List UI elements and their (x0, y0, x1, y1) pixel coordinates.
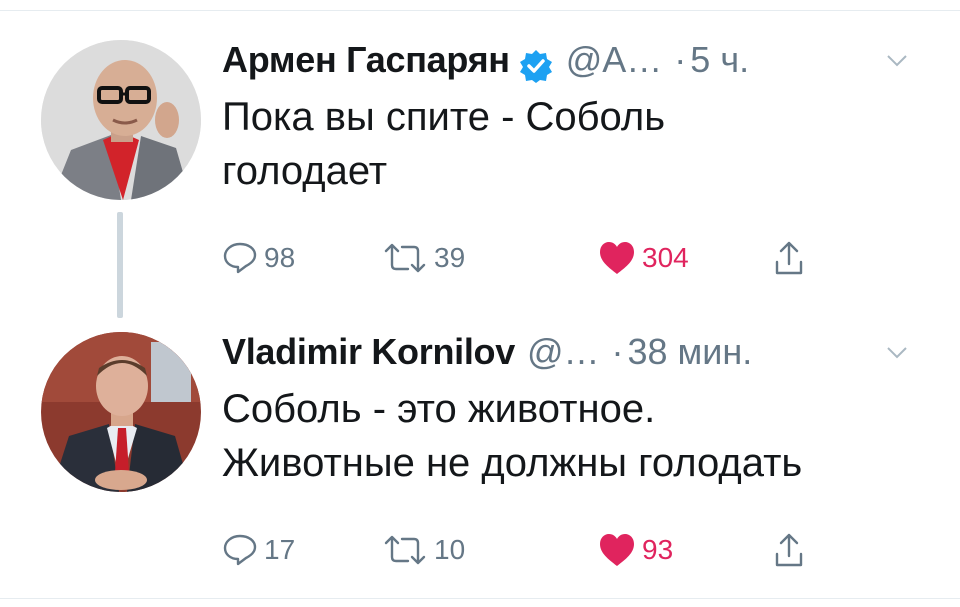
tweet-header: Vladimir Kornilov @… · 38 мин. (222, 322, 930, 382)
author-handle[interactable]: @… (527, 322, 600, 382)
reply-icon (223, 534, 257, 566)
author-handle[interactable]: @А… (566, 30, 663, 90)
reply-button[interactable]: 98 (222, 238, 295, 278)
tweet-header: Армен Гаспарян @А… · 5 ч. (222, 30, 930, 90)
tweet-text-line: Соболь - это животное. (222, 387, 656, 431)
tweet-timestamp[interactable]: 38 мин. (628, 322, 753, 382)
avatar[interactable] (41, 332, 201, 492)
reply-icon (223, 242, 257, 274)
like-button[interactable]: 93 (598, 530, 673, 570)
avatar-photo-vladimir (41, 332, 201, 492)
chevron-down-icon[interactable] (886, 346, 908, 360)
retweet-button[interactable]: 39 (382, 238, 465, 278)
separator-dot: · (674, 39, 687, 80)
share-icon (775, 241, 803, 275)
share-button[interactable] (774, 530, 804, 570)
share-button[interactable] (774, 238, 804, 278)
reply-button[interactable]: 17 (222, 530, 295, 570)
like-count: 93 (642, 534, 674, 565)
share-icon (775, 533, 803, 567)
avatar[interactable] (41, 40, 201, 200)
tweet-content: Армен Гаспарян @А… · 5 ч. Пока вы спите … (222, 30, 930, 275)
verified-badge-icon (518, 42, 554, 83)
separator-dot: · (611, 331, 624, 372)
tweet-text-line: Пока вы спите - Соболь (222, 95, 666, 139)
tweet-text-line: Животные не должны голодать (222, 441, 803, 485)
retweet-count: 39 (434, 242, 466, 273)
retweet-icon (384, 535, 426, 565)
top-divider (0, 0, 960, 11)
author-name[interactable]: Армен Гаспарян (222, 30, 510, 90)
tweet-text-line: голодает (222, 149, 388, 193)
like-button[interactable]: 304 (598, 238, 689, 278)
heart-icon (600, 534, 634, 566)
author-name[interactable]: Vladimir Kornilov (222, 322, 515, 382)
retweet-icon (384, 243, 426, 273)
retweet-button[interactable]: 10 (382, 530, 465, 570)
tweet-text: Пока вы спите - Соболь голодает (222, 90, 922, 198)
tweet-actions: 17 10 93 (222, 530, 862, 570)
tweet-timestamp[interactable]: 5 ч. (690, 30, 749, 90)
tweet-content: Vladimir Kornilov @… · 38 мин. Соболь - … (222, 322, 930, 567)
tweet-actions: 98 39 304 (222, 238, 862, 278)
chevron-down-icon[interactable] (886, 54, 908, 68)
avatar-photo-armen (41, 40, 201, 200)
tweet-text: Соболь - это животное. Животные не должн… (222, 382, 922, 490)
reply-count: 17 (264, 534, 296, 565)
like-count: 304 (642, 242, 689, 273)
heart-icon (600, 242, 634, 274)
reply-count: 98 (264, 242, 296, 273)
retweet-count: 10 (434, 534, 466, 565)
thread-connector-line (117, 212, 123, 318)
